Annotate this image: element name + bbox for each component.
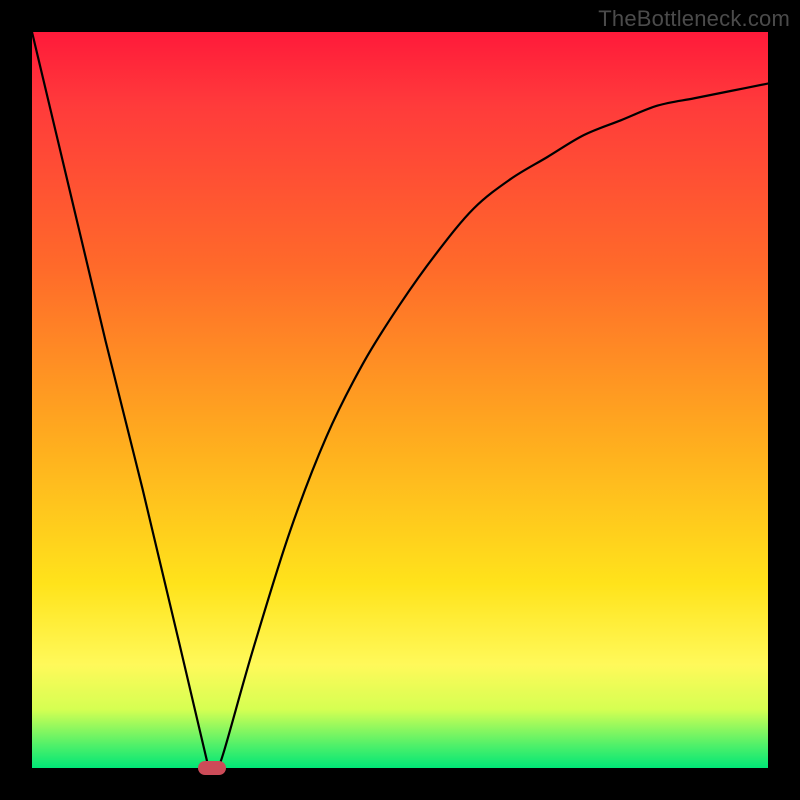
bottleneck-curve [32, 32, 768, 768]
plot-area [32, 32, 768, 768]
optimal-marker [198, 761, 226, 774]
chart-frame: TheBottleneck.com [0, 0, 800, 800]
watermark-text: TheBottleneck.com [598, 6, 790, 32]
